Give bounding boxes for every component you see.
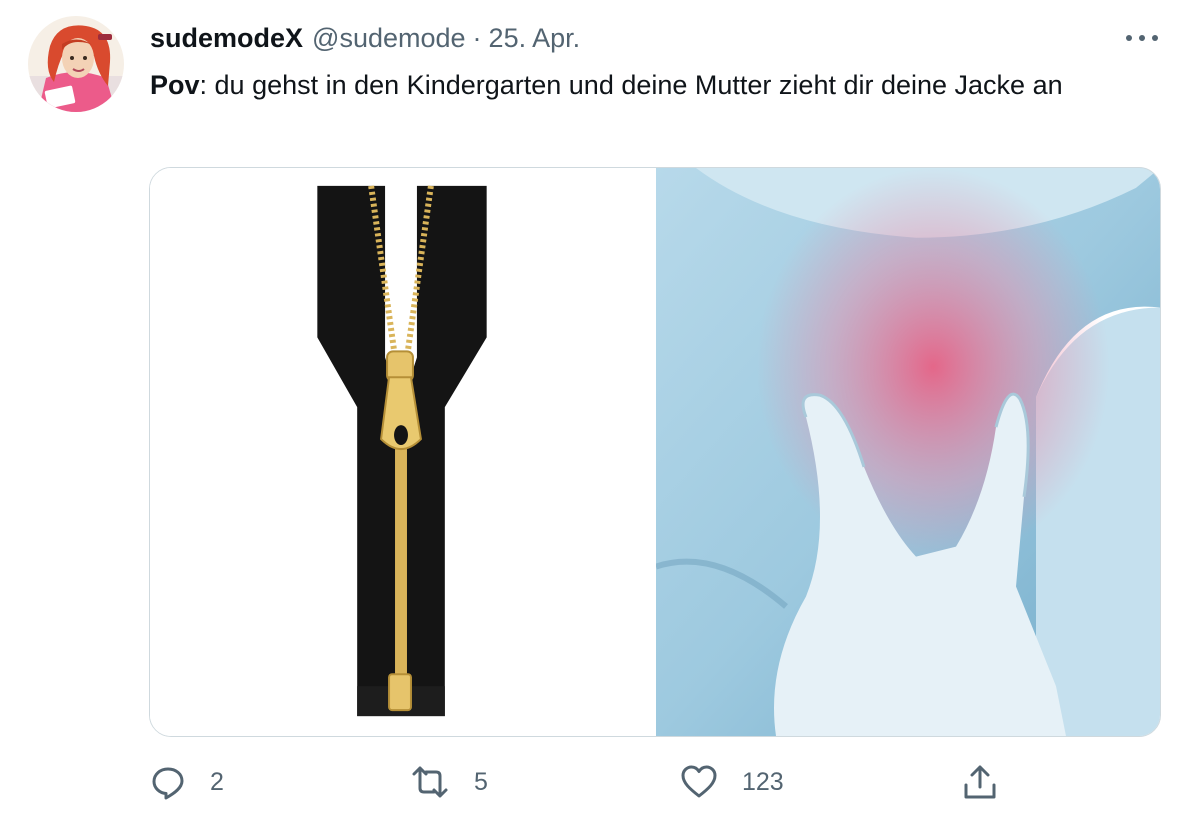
display-name[interactable]: sudemodeX — [150, 23, 303, 54]
tweet-text-bold: Pov — [150, 70, 200, 100]
retweet-button[interactable]: 5 — [410, 760, 488, 804]
more-options-button[interactable] — [1122, 30, 1162, 46]
like-button[interactable]: 123 — [680, 760, 784, 804]
tweet-actions: 2 5 123 — [150, 760, 1020, 804]
share-icon — [964, 765, 996, 799]
sore-throat-image[interactable] — [656, 168, 1160, 736]
reply-icon — [152, 767, 184, 800]
retweet-count: 5 — [474, 767, 488, 796]
tweet-date[interactable]: 25. Apr. — [489, 23, 581, 54]
zipper-image[interactable] — [150, 168, 656, 736]
reply-count: 2 — [210, 767, 224, 796]
like-count: 123 — [742, 767, 784, 796]
tweet-text-body: : du gehst in den Kindergarten und deine… — [199, 70, 1063, 100]
avatar[interactable] — [28, 16, 124, 112]
user-handle[interactable]: @sudemode — [312, 23, 466, 54]
tweet-header: sudemodeX @sudemode · 25. Apr. — [150, 20, 580, 56]
share-button[interactable] — [962, 760, 998, 804]
more-icon — [1126, 35, 1158, 41]
heart-icon — [681, 765, 717, 798]
media-grid[interactable] — [149, 167, 1161, 737]
retweet-icon — [412, 766, 448, 798]
reply-button[interactable]: 2 — [150, 760, 224, 804]
tweet-text: Pov: du gehst in den Kindergarten und de… — [150, 64, 1170, 106]
separator-dot: · — [472, 22, 482, 53]
